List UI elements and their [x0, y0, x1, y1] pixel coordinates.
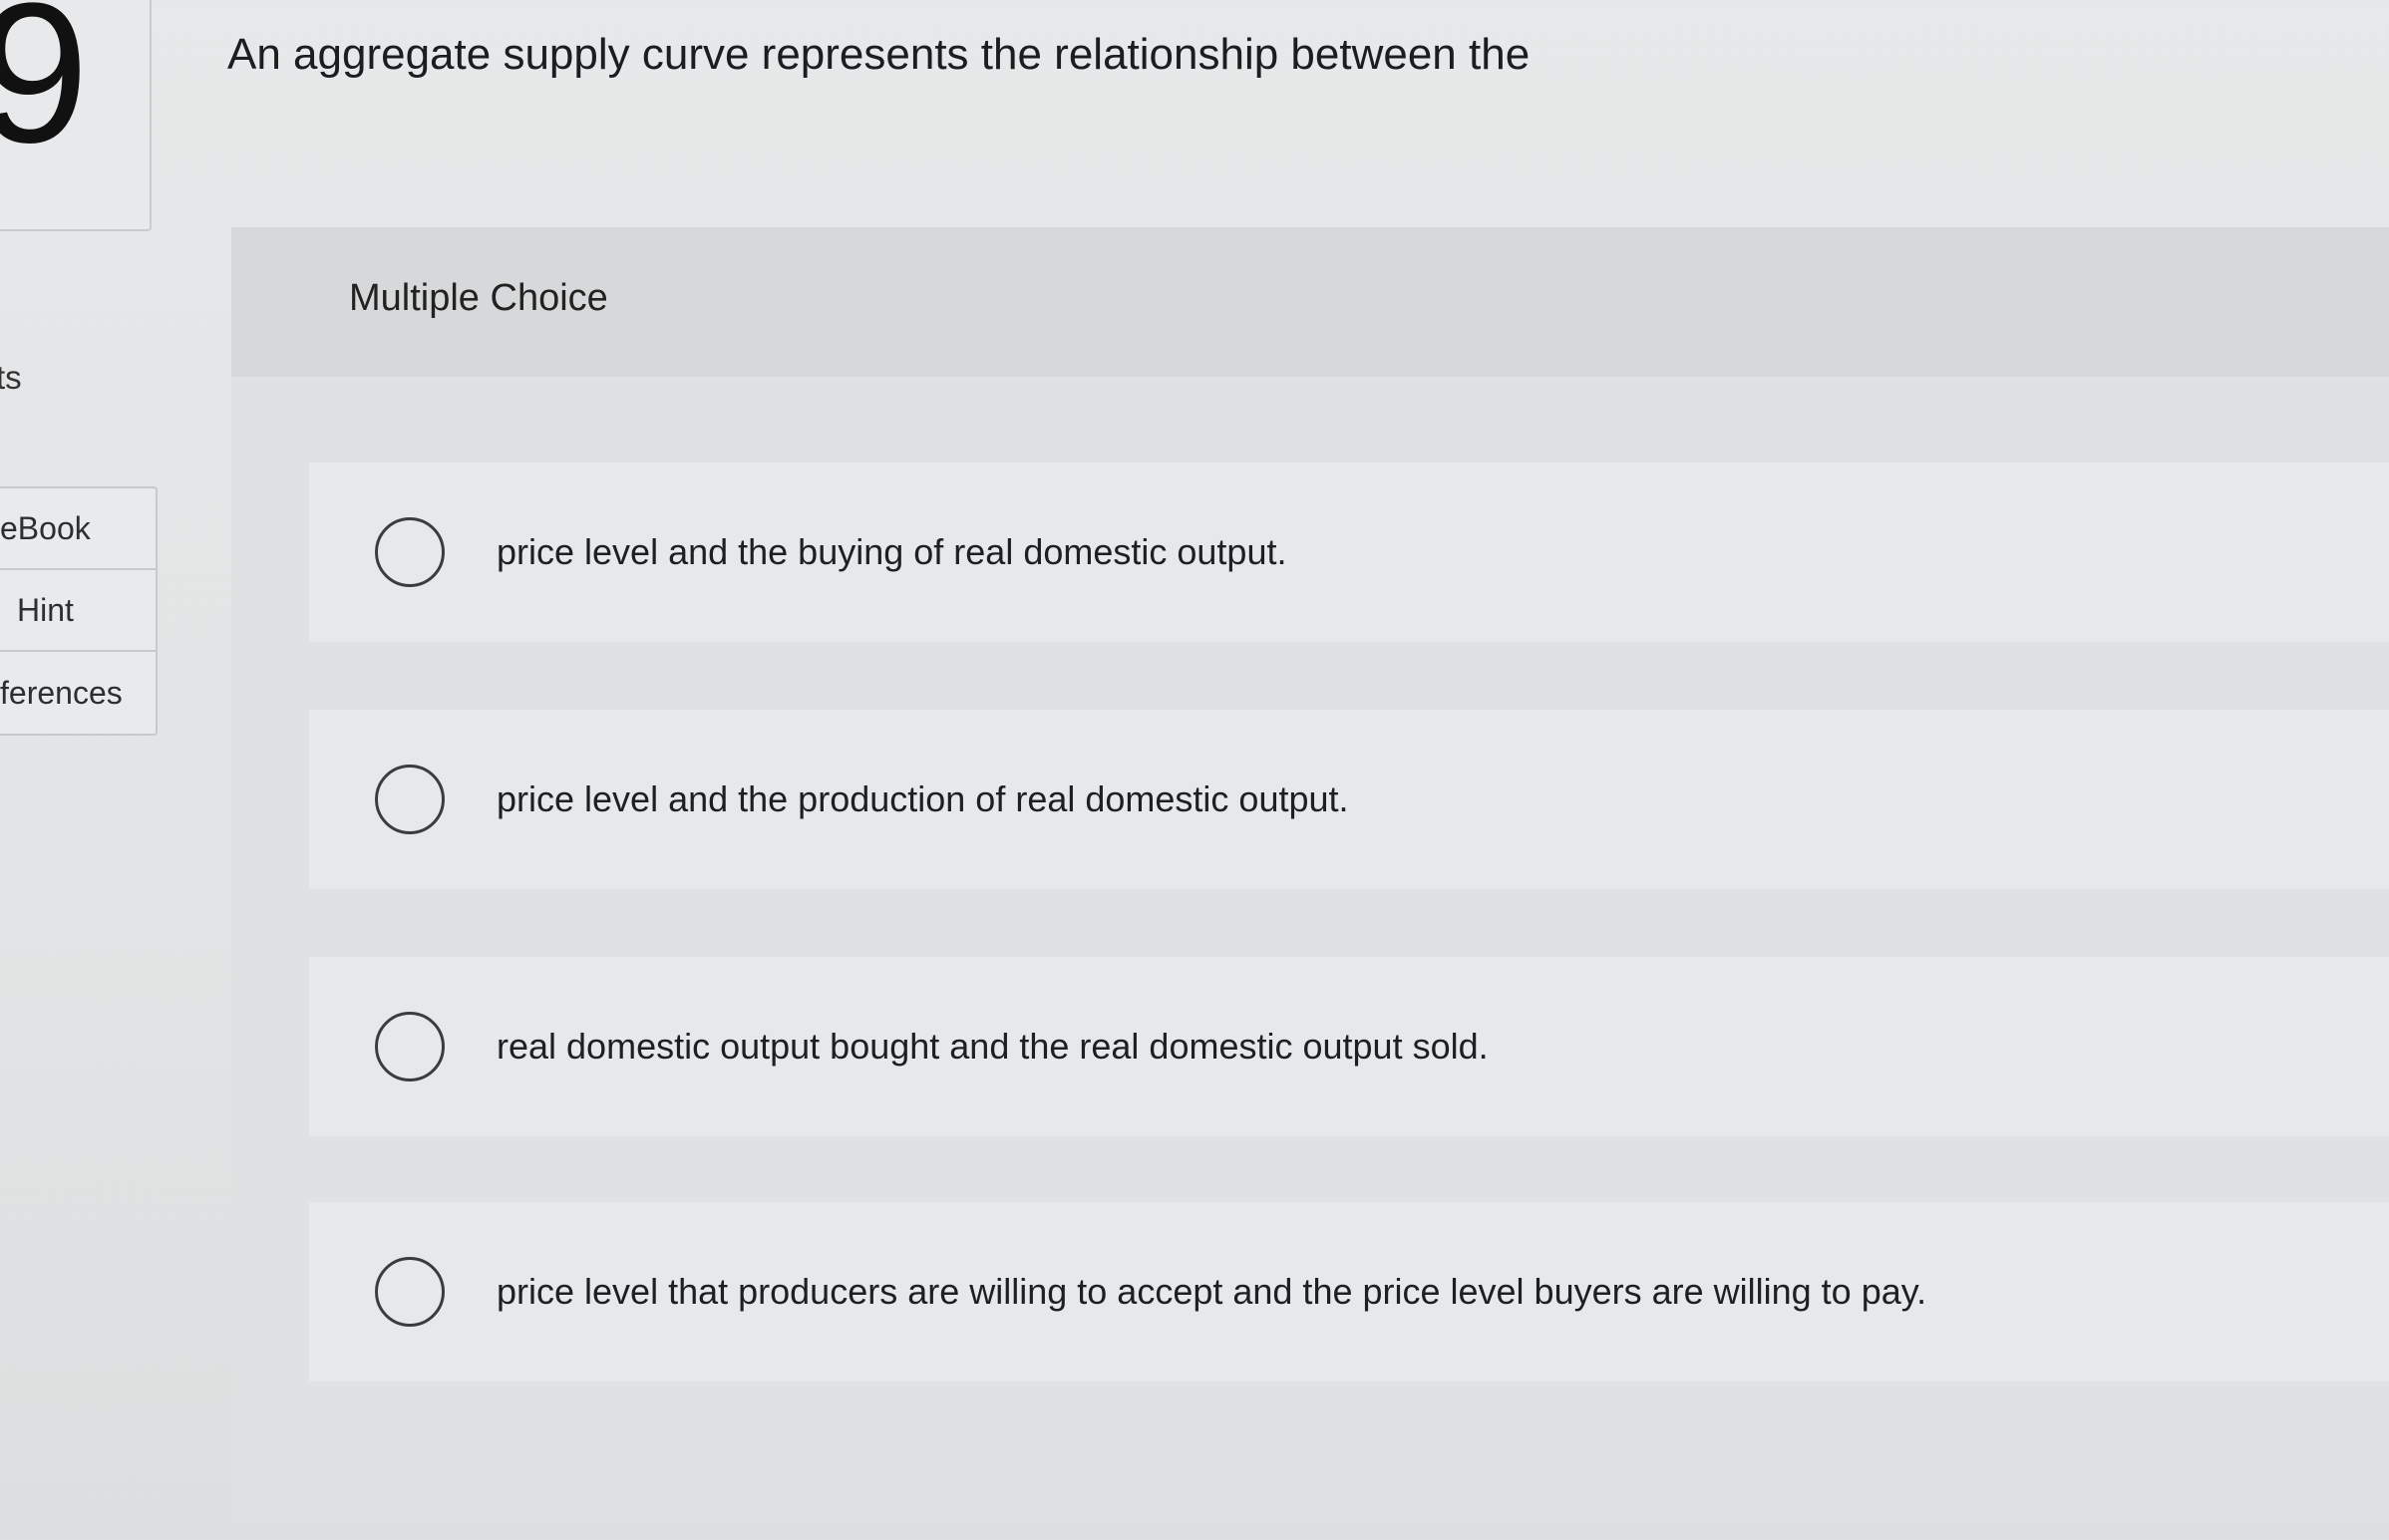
multiple-choice-header: Multiple Choice: [231, 227, 2389, 377]
answer-option-text: price level that producers are willing t…: [497, 1271, 1927, 1312]
answer-option-text: price level and the production of real d…: [497, 778, 1349, 819]
answer-option[interactable]: price level and the production of real d…: [309, 710, 2389, 889]
question-prompt: An aggregate supply curve represents the…: [227, 30, 1531, 79]
points-label: ts: [0, 359, 22, 396]
references-button[interactable]: ferences: [0, 652, 156, 734]
answer-option[interactable]: real domestic output bought and the real…: [309, 957, 2389, 1136]
multiple-choice-label: Multiple Choice: [349, 277, 608, 319]
hint-button[interactable]: Hint: [0, 570, 156, 652]
multiple-choice-panel: Multiple Choice price level and the buyi…: [231, 227, 2389, 1523]
answer-option-text: real domestic output bought and the real…: [497, 1026, 1489, 1067]
answer-option[interactable]: price level that producers are willing t…: [309, 1202, 2389, 1382]
answer-option-text: price level and the buying of real domes…: [497, 531, 1287, 572]
radio-button[interactable]: [375, 1257, 445, 1327]
question-number: 9: [0, 0, 89, 184]
ebook-button[interactable]: eBook: [0, 488, 156, 570]
answer-option[interactable]: price level and the buying of real domes…: [309, 462, 2389, 642]
radio-button[interactable]: [375, 765, 445, 834]
sidebar-tabs: eBook Hint ferences: [0, 486, 158, 736]
question-number-box: 9: [0, 0, 152, 231]
radio-button[interactable]: [375, 517, 445, 587]
radio-button[interactable]: [375, 1012, 445, 1081]
